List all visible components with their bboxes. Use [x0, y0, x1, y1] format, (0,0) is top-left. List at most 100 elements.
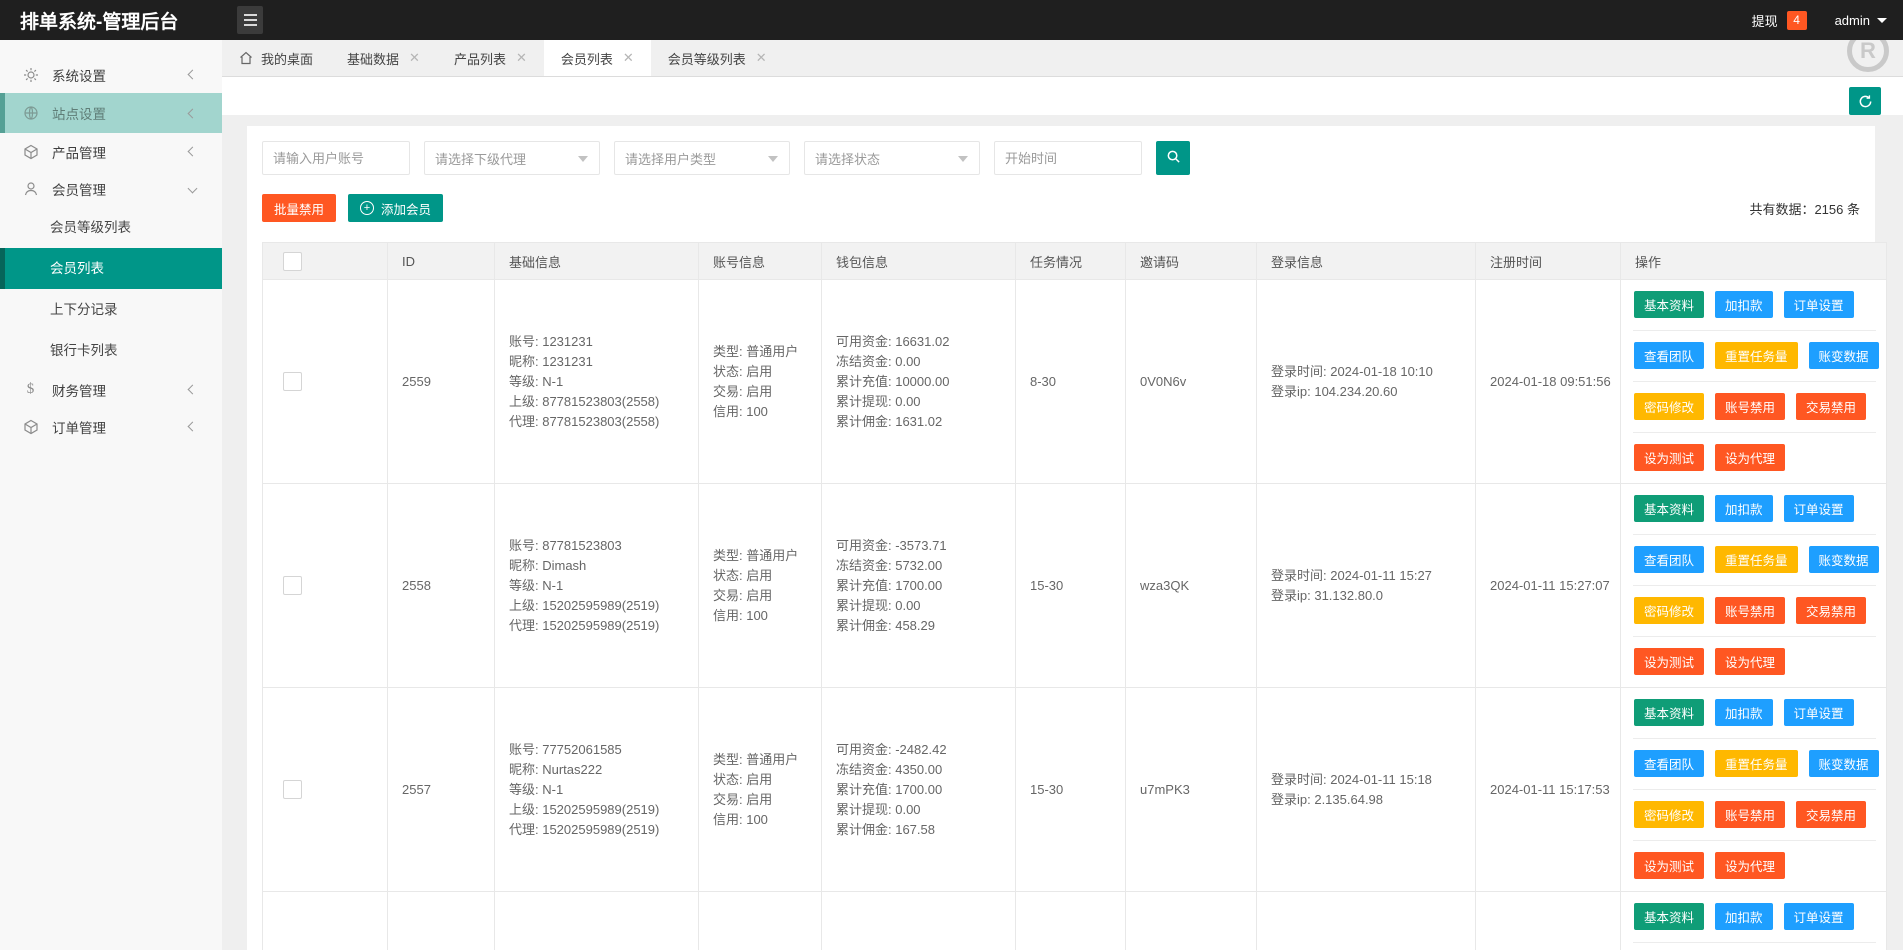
action-button[interactable]: 账号禁用 [1715, 597, 1786, 624]
sidebar-item-bank-card-list[interactable]: 银行卡列表 [0, 330, 222, 371]
login-info-cell: 登录时间: 2024-01-11 15:27 登录ip: 31.132.80.0 [1271, 566, 1467, 606]
cell-line: 冻结资金: 5732.00 [836, 557, 943, 573]
cell-line: 交易: 启用 [713, 587, 773, 603]
action-button[interactable]: 账变数据 [1808, 546, 1879, 573]
action-button[interactable]: 交易禁用 [1796, 597, 1867, 624]
action-button[interactable]: 设为代理 [1715, 852, 1786, 879]
sidebar-item-system-settings[interactable]: 系统设置 [0, 56, 222, 93]
action-button[interactable]: 交易禁用 [1796, 393, 1867, 420]
action-button[interactable]: 账变数据 [1808, 750, 1879, 777]
action-button[interactable]: 基本资料 [1634, 699, 1705, 726]
action-button[interactable]: 加扣款 [1715, 903, 1773, 930]
member-table: ID 基础信息 账号信息 钱包信息 任务情况 邀请码 登录信息 注册时间 操作 … [262, 242, 1887, 950]
sidebar-item-score-records[interactable]: 上下分记录 [0, 289, 222, 330]
add-member-button[interactable]: 添加会员 [348, 194, 444, 222]
user-menu[interactable]: admin [1835, 13, 1887, 28]
tab-product-list[interactable]: 产品列表 ✕ [437, 40, 544, 76]
action-button[interactable]: 密码修改 [1634, 393, 1705, 420]
withdraw-link[interactable]: 提现 4 [1752, 10, 1807, 30]
action-button[interactable]: 密码修改 [1634, 597, 1705, 624]
status-select[interactable]: 请选择状态 [804, 141, 980, 175]
sidebar-item-order-management[interactable]: 订单管理 [0, 408, 222, 445]
action-button[interactable]: 密码修改 [1634, 801, 1705, 828]
action-line: 查看团队重置任务量账变数据 [1633, 943, 1876, 950]
action-button[interactable]: 订单设置 [1783, 495, 1854, 522]
close-icon[interactable]: ✕ [756, 50, 767, 66]
wallet-info-cell: 可用资金: 16631.02 冻结资金: 0.00 累计充值: 10000.00 累计… [836, 332, 1007, 432]
hamburger-menu-icon[interactable] [237, 6, 263, 34]
sidebar-item-member-management[interactable]: 会员管理 [0, 170, 222, 207]
cell-line: 状态: 启用 [713, 771, 773, 787]
tab-member-list[interactable]: 会员列表 ✕ [543, 40, 651, 76]
agent-select[interactable]: 请选择下级代理 [424, 141, 600, 175]
start-time-input[interactable] [994, 141, 1142, 175]
action-button[interactable]: 基本资料 [1634, 903, 1705, 930]
batch-disable-button[interactable]: 批量禁用 [262, 194, 337, 222]
action-button[interactable]: 账号禁用 [1715, 393, 1786, 420]
cell-line: 昵称: 1231231 [509, 353, 593, 369]
action-button[interactable]: 订单设置 [1783, 699, 1854, 726]
tab-my-desktop[interactable]: 我的桌面 [222, 40, 330, 76]
member-list-panel: 请选择下级代理 请选择用户类型 请选择状态 批量禁用 添加会员 [247, 126, 1887, 950]
action-button[interactable]: 查看团队 [1634, 546, 1705, 573]
refresh-button[interactable] [1849, 87, 1881, 115]
tab-label: 会员等级列表 [667, 51, 746, 67]
main-content: 我的桌面 基础数据 ✕ 产品列表 ✕ 会员列表 ✕ 会员等级列表 ✕ 请输入用户… [222, 40, 1903, 950]
cell-line: 累计充值: 10000.00 [836, 373, 950, 389]
action-button[interactable]: 设为测试 [1634, 444, 1705, 471]
row-checkbox[interactable] [283, 780, 302, 799]
dollar-icon: $ [26, 381, 35, 397]
cell-line: 可用资金: 16631.02 [836, 333, 950, 349]
action-button[interactable]: 基本资料 [1634, 291, 1705, 318]
action-button[interactable]: 加扣款 [1715, 291, 1773, 318]
add-member-label: 添加会员 [381, 202, 432, 217]
action-button[interactable]: 设为测试 [1634, 852, 1705, 879]
account-search-input[interactable] [262, 141, 410, 175]
user-type-select[interactable]: 请选择用户类型 [614, 141, 790, 175]
action-button[interactable]: 账变数据 [1808, 342, 1879, 369]
action-button[interactable]: 交易禁用 [1796, 801, 1867, 828]
sidebar-item-product-management[interactable]: 产品管理 [0, 133, 222, 170]
action-line: 设为测试 设为代理 [1633, 841, 1876, 891]
tab-label: 我的桌面 [261, 51, 314, 67]
cell-line: 上级: 87781523803(2558) [509, 393, 660, 409]
close-icon[interactable]: ✕ [516, 50, 527, 66]
row-checkbox[interactable] [283, 372, 302, 391]
action-button[interactable]: 设为代理 [1715, 444, 1786, 471]
action-button[interactable]: 查看团队 [1634, 342, 1705, 369]
close-icon[interactable]: ✕ [409, 50, 420, 66]
cell-line: 登录时间: 2024-01-11 15:27 [1271, 567, 1432, 583]
action-button[interactable]: 订单设置 [1783, 291, 1854, 318]
action-button[interactable]: 基本资料 [1634, 495, 1705, 522]
row-checkbox[interactable] [283, 576, 302, 595]
box-icon [22, 418, 39, 435]
action-button[interactable]: 设为代理 [1715, 648, 1786, 675]
cell-line: 代理: 15202595989(2519) [509, 821, 660, 837]
sidebar-item-finance-management[interactable]: $ 财务管理 [0, 371, 222, 408]
close-icon[interactable]: ✕ [623, 50, 634, 66]
tab-label: 基础数据 [347, 51, 400, 67]
action-button[interactable]: 重置任务量 [1715, 750, 1798, 777]
action-button[interactable]: 查看团队 [1634, 750, 1705, 777]
action-button[interactable]: 账号禁用 [1715, 801, 1786, 828]
action-line: 密码修改 账号禁用 交易禁用 [1633, 586, 1876, 637]
sidebar-item-member-list[interactable]: 会员列表 [0, 248, 222, 289]
sidebar-item-member-level-list[interactable]: 会员等级列表 [0, 207, 222, 248]
sidebar-item-site-settings[interactable]: 站点设置 [0, 93, 222, 133]
action-button[interactable]: 加扣款 [1715, 699, 1773, 726]
basic-info-cell: 账号: 1231231 昵称: 1231231 等级: N-1 上级: 8778152… [509, 332, 690, 432]
tab-member-level-list[interactable]: 会员等级列表 ✕ [651, 40, 784, 76]
search-button[interactable] [1156, 141, 1190, 175]
action-line: 基本资料 加扣款 订单设置 [1633, 688, 1876, 739]
action-button[interactable]: 设为测试 [1634, 648, 1705, 675]
sidebar-item-label: 站点设置 [52, 107, 106, 122]
tab-bar: 我的桌面 基础数据 ✕ 产品列表 ✕ 会员列表 ✕ 会员等级列表 ✕ [222, 40, 1903, 77]
tab-basic-data[interactable]: 基础数据 ✕ [330, 40, 437, 76]
action-button[interactable]: 订单设置 [1783, 903, 1854, 930]
action-button[interactable]: 加扣款 [1715, 495, 1773, 522]
action-button[interactable]: 重置任务量 [1715, 342, 1798, 369]
action-button[interactable]: 重置任务量 [1715, 546, 1798, 573]
column-header-invite-code: 邀请码 [1125, 242, 1257, 280]
globe-icon [22, 105, 39, 122]
select-all-checkbox[interactable] [283, 251, 302, 271]
